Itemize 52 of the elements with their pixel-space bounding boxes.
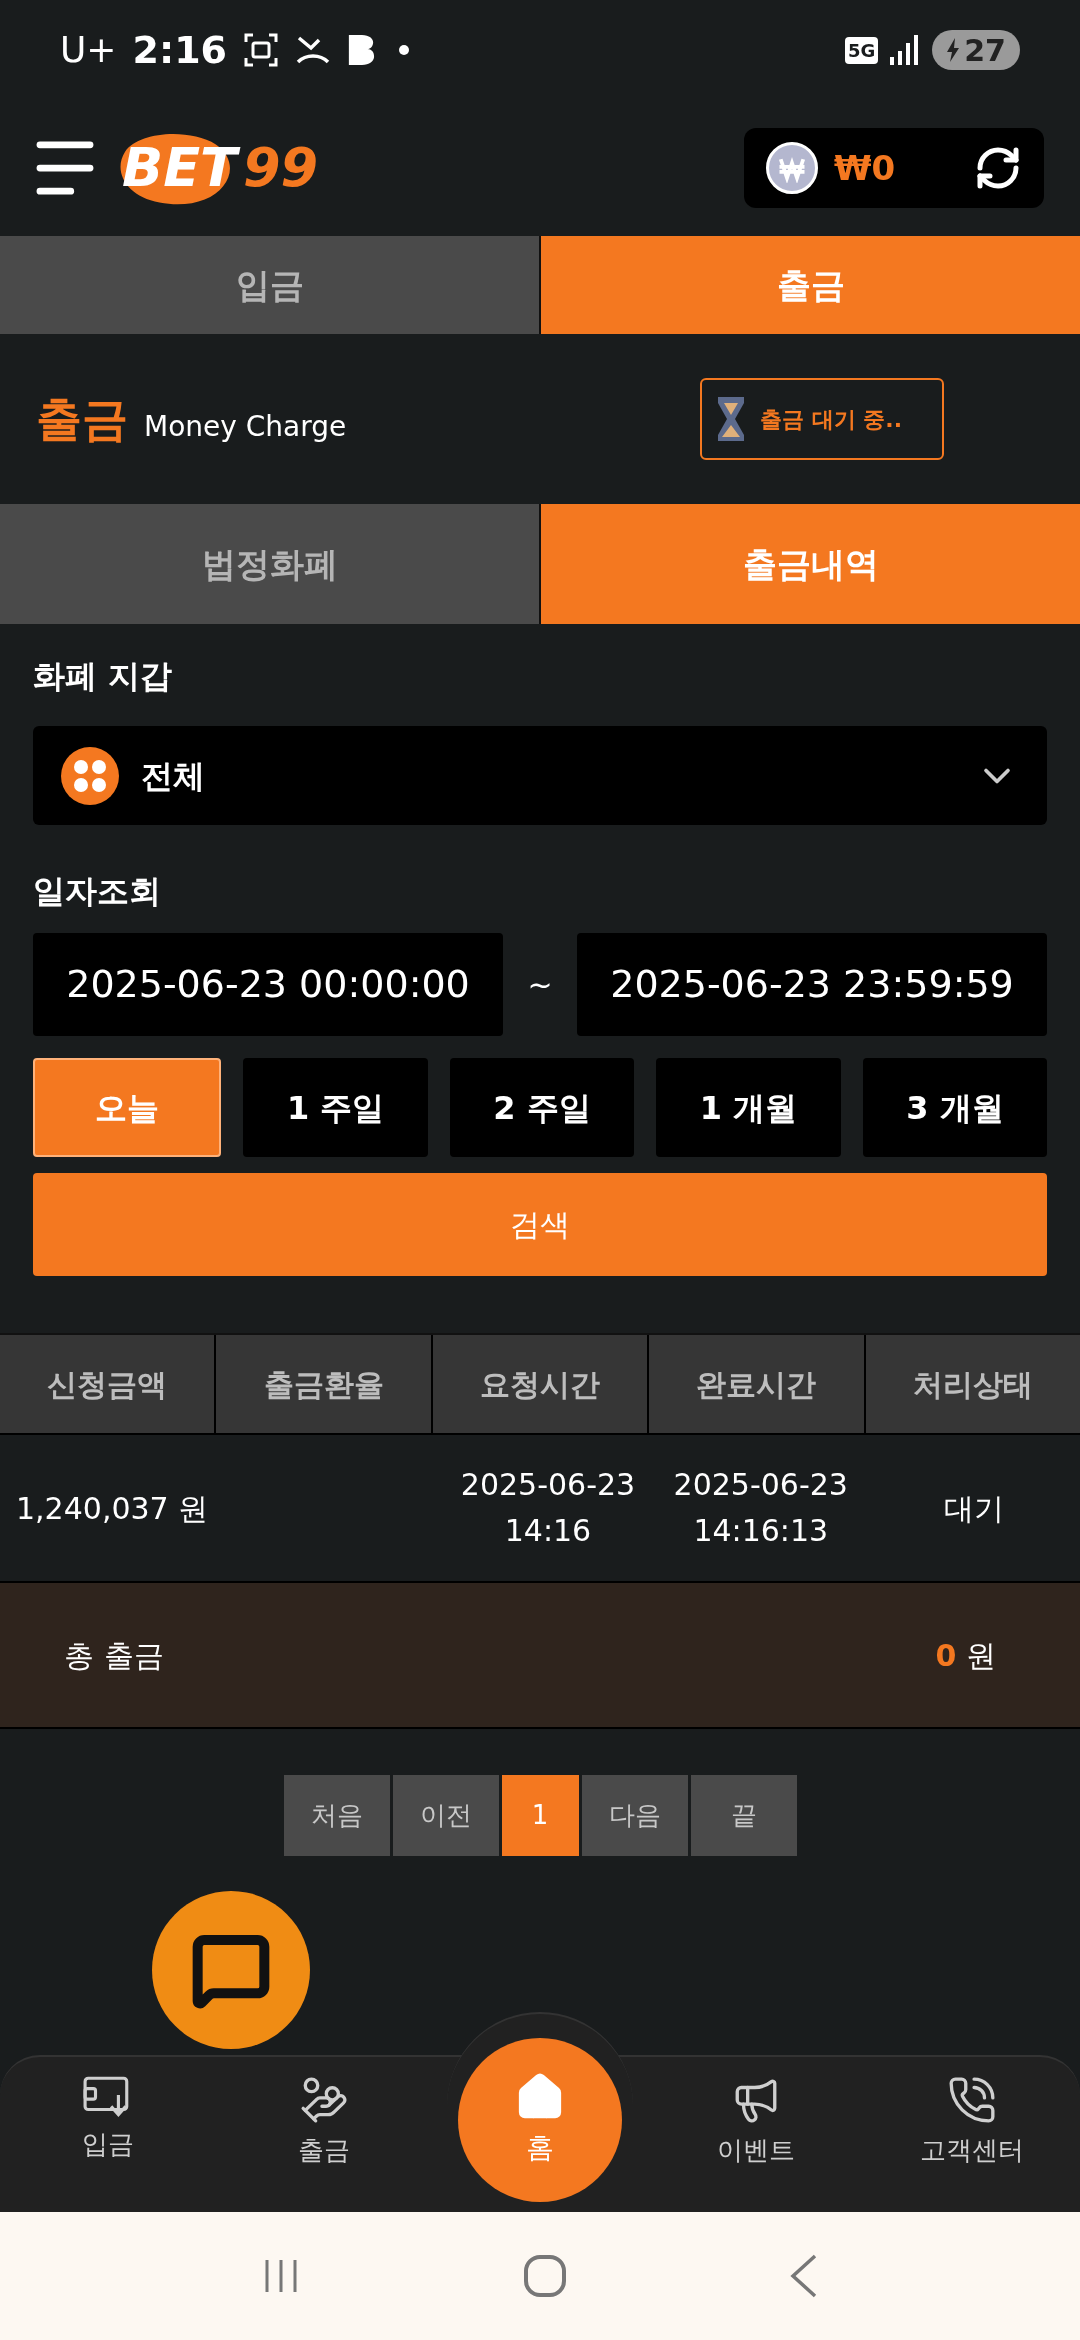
page-button[interactable]: 다음	[581, 1775, 688, 1856]
total-label: 총 출금	[64, 1636, 164, 1675]
column-header: 요청시간	[430, 1335, 648, 1433]
pending-withdrawal-button[interactable]: 출금 대기 중..	[700, 378, 944, 460]
wallet-label: 화폐 지갑	[33, 656, 174, 697]
charging-icon	[946, 38, 961, 62]
carrier-label: U+	[60, 28, 117, 72]
date-query-label: 일자조회	[33, 871, 162, 912]
page-button[interactable]: 이전	[392, 1775, 499, 1856]
dot-icon	[399, 45, 410, 55]
tab[interactable]: 법정화폐	[0, 504, 539, 624]
signal-icon	[890, 35, 921, 65]
screenshot-icon	[243, 32, 280, 68]
menu-icon[interactable]	[36, 141, 94, 195]
hand-coins-icon	[299, 2075, 349, 2125]
amount-cell: 1,240,037 원	[16, 1490, 209, 1526]
period-button[interactable]: 1 주일	[243, 1058, 428, 1157]
request-time-cell-text: 2025-06-23 14:16	[460, 1466, 636, 1550]
start-date-field[interactable]: 2025-06-23 00:00:00	[33, 933, 503, 1036]
page-button[interactable]: 끝	[690, 1775, 797, 1856]
nav-item[interactable]: 출금	[298, 2075, 350, 2170]
column-header: 처리상태	[863, 1335, 1080, 1433]
app-icon	[347, 32, 376, 68]
end-date-field[interactable]: 2025-06-23 23:59:59	[577, 933, 1047, 1036]
won-coin-icon	[766, 142, 818, 194]
nav-item[interactable]: 고객센터	[920, 2075, 1024, 2170]
nav-item[interactable]: 입금	[82, 2075, 134, 2164]
page-title: 출금	[36, 390, 128, 448]
column-header: 완료시간	[647, 1335, 864, 1433]
hourglass-icon	[716, 395, 746, 443]
back-icon[interactable]	[789, 2254, 819, 2298]
battery-indicator: 27	[932, 30, 1020, 70]
home-button-icon[interactable]	[523, 2254, 567, 2298]
grid-icon	[61, 746, 119, 805]
nav-item[interactable]: 이벤트	[717, 2075, 795, 2170]
phone-icon	[947, 2075, 997, 2125]
clock: 2:16	[132, 26, 228, 74]
column-header: 출금환율	[214, 1335, 431, 1433]
total-amount: 0 원	[935, 1636, 996, 1675]
completed-time-cell-text: 2025-06-23 14:16:13	[673, 1466, 848, 1550]
tab[interactable]: 입금	[0, 236, 539, 334]
wallet-dropdown[interactable]: 전체	[33, 726, 1047, 825]
status-cell-text: 대기	[943, 1489, 1004, 1528]
balance-amount: ₩0	[834, 146, 897, 190]
period-button[interactable]: 1 개월	[656, 1058, 841, 1157]
period-button[interactable]: 3 개월	[862, 1058, 1048, 1157]
column-header: 신청금액	[46, 1365, 169, 1404]
period-button[interactable]: 2 주일	[449, 1058, 635, 1157]
network-label: 5G	[844, 36, 879, 64]
page-subtitle: Money Charge	[144, 408, 347, 445]
page-button[interactable]: 처음	[283, 1775, 390, 1856]
date-separator: ~	[526, 966, 554, 1004]
